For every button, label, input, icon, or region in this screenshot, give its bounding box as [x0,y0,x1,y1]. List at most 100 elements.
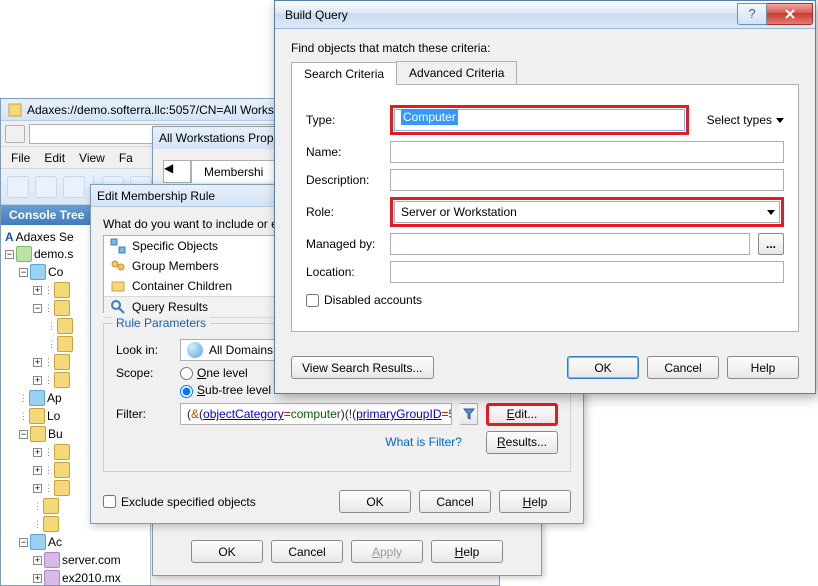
disabled-accounts-label: Disabled accounts [324,293,422,307]
folder-icon [54,444,70,460]
expander-icon[interactable]: + [33,376,42,385]
app-node-icon [29,390,45,406]
type-field[interactable]: Computer [394,109,685,131]
expander-icon[interactable]: − [19,268,28,277]
expander-icon[interactable]: + [33,574,42,583]
disabled-accounts-checkbox[interactable]: Disabled accounts [306,293,422,307]
app-icon [7,102,23,118]
select-types-label: Select types [707,113,772,127]
fieldset-legend: Rule Parameters [112,316,210,330]
role-select[interactable]: Server or Workstation [394,201,780,223]
close-button[interactable] [767,3,813,25]
expander-icon[interactable]: − [5,250,14,259]
expander-icon[interactable]: − [19,430,28,439]
query-titlebar: Build Query ? [275,1,815,29]
tab-search-criteria[interactable]: Search Criteria [291,62,397,85]
type-field-highlight: Computer [390,105,689,135]
tree-label: Co [48,265,63,279]
description-field[interactable] [390,169,784,191]
folder-icon [54,282,70,298]
folder-icon [43,516,59,532]
query-title: Build Query [285,8,737,22]
expander-icon[interactable]: − [33,304,42,313]
cancel-button[interactable]: Cancel [647,356,719,379]
expander-icon[interactable]: + [33,466,42,475]
tree-item[interactable]: − Ac [3,533,148,551]
folder-icon [57,318,73,334]
help-button[interactable]: Help [499,490,571,513]
tree-item[interactable]: +server.com [3,551,148,569]
expander-icon[interactable]: + [33,484,42,493]
disabled-accounts-input[interactable] [306,294,319,307]
cancel-button[interactable]: Cancel [271,540,343,563]
properties-buttons: OK Cancel Apply Help [153,540,541,563]
rule-title: Edit Membership Rule [97,189,215,203]
apply-button[interactable]: Apply [351,540,423,563]
expander-icon[interactable]: + [33,556,42,565]
build-query-dialog: Build Query ? Find objects that match th… [274,0,816,394]
expander-icon[interactable]: + [33,448,42,457]
globe-icon [187,342,203,358]
role-value: Server or Workstation [401,205,517,219]
help-button[interactable]: Help [431,540,503,563]
toolbar-button[interactable] [63,176,85,198]
menu-view[interactable]: View [79,151,105,165]
ok-button[interactable]: OK [191,540,263,563]
ok-button[interactable]: OK [567,356,639,379]
scope-label: Scope: [116,366,172,380]
location-field[interactable] [390,261,784,283]
tab-membership[interactable]: Membershi [191,160,276,183]
address: Adaxes://demo.softerra.llc:5057/CN=All W… [27,103,274,117]
toolbar-button[interactable] [7,176,29,198]
folder-icon [29,408,45,424]
option-label: Query Results [132,300,208,314]
gear-icon [30,264,46,280]
folder-icon [54,300,70,316]
lookin-label: Look in: [116,343,172,357]
managed-by-field[interactable] [390,233,750,255]
toolbar-button[interactable] [35,176,57,198]
role-label: Role: [306,205,382,219]
folder-icon [43,498,59,514]
role-field-highlight: Server or Workstation [390,197,784,227]
filter-builder-icon[interactable] [460,403,478,425]
expander-icon[interactable]: + [33,286,42,295]
help-button[interactable]: Help [727,356,799,379]
menu-file[interactable]: File [11,151,30,165]
folder-icon [57,336,73,352]
group-icon [110,258,126,274]
folder-icon [30,426,46,442]
folder-icon [54,354,70,370]
query-icon [110,299,126,315]
managed-by-label: Managed by: [306,237,382,251]
view-search-results-button[interactable]: View Search Results... [291,356,434,379]
ok-button[interactable]: OK [339,490,411,513]
folder-icon [54,480,70,496]
option-label: Group Members [132,259,219,273]
menu-favorites[interactable]: Fa [119,151,133,165]
option-label: Specific Objects [132,239,218,253]
tab-advanced-criteria[interactable]: Advanced Criteria [396,61,517,84]
results-button[interactable]: Results... [486,431,558,454]
exclude-checkbox[interactable]: Exclude specified objects [103,495,256,509]
cancel-button[interactable]: Cancel [419,490,491,513]
what-is-filter-link[interactable]: What is Filter? [385,435,462,449]
browse-button[interactable]: ... [758,233,784,255]
ad-node-icon [30,534,46,550]
name-field[interactable] [390,141,784,163]
filter-field[interactable]: (&(objectCategory=computer)(!(primaryGro… [180,403,452,425]
tree-label: Ap [47,391,62,405]
select-types-link[interactable]: Select types [707,113,784,127]
folder-icon [54,372,70,388]
expander-icon[interactable]: − [19,538,28,547]
domain-icon [44,552,60,568]
tree-label: Ac [48,535,62,549]
scope-subtree[interactable]: Sub-tree level [180,383,271,397]
objects-icon [110,238,126,254]
titlebar-help-button[interactable]: ? [737,3,767,25]
edit-filter-button[interactable]: Edit... [486,403,558,426]
expander-icon[interactable]: + [33,358,42,367]
scope-one-level[interactable]: One level [180,366,248,380]
menu-edit[interactable]: Edit [44,151,65,165]
exclude-checkbox-input[interactable] [103,495,116,508]
